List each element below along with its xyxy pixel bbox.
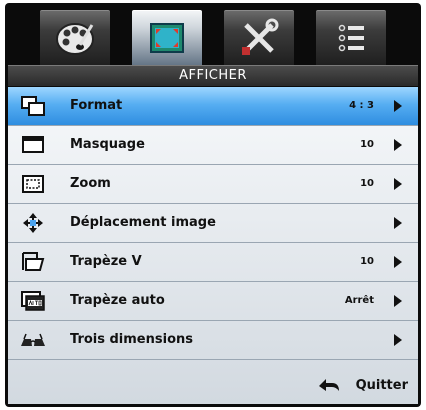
menu-item-label: Trois dimensions xyxy=(70,332,193,347)
chevron-right-icon xyxy=(394,217,402,229)
chevron-right-icon xyxy=(394,100,402,112)
list-icon xyxy=(338,24,364,52)
menu-item-value: 10 xyxy=(360,178,374,189)
tab-settings[interactable] xyxy=(224,10,294,65)
menu-item-zoom[interactable]: Zoom 10 xyxy=(8,165,418,204)
menu-item-trapeze-auto[interactable]: Trapèze auto Arrêt xyxy=(8,282,418,321)
chevron-right-icon xyxy=(394,256,402,268)
tab-options[interactable] xyxy=(316,10,386,65)
osd-menu: AFFICHER Format 4 : 3 Masquage 10 Zoom 1… xyxy=(5,3,421,407)
menu-item-label: Format xyxy=(70,98,123,113)
keystone-icon xyxy=(20,250,46,274)
tools-icon xyxy=(242,18,279,55)
menu-item-value: 10 xyxy=(360,256,374,267)
3d-glasses-icon xyxy=(20,328,46,352)
menu-item-label: Masquage xyxy=(70,137,145,152)
back-arrow-icon[interactable] xyxy=(318,378,340,394)
menu-item-trapeze-v[interactable]: Trapèze V 10 xyxy=(8,243,418,282)
format-icon xyxy=(20,94,46,118)
chevron-right-icon xyxy=(394,139,402,151)
menu-footer: Quitter xyxy=(8,369,418,404)
menu-item-format[interactable]: Format 4 : 3 xyxy=(8,87,418,126)
menu-item-value: 4 : 3 xyxy=(349,100,374,111)
palette-icon xyxy=(56,23,94,55)
menu-item-trois-dimensions[interactable]: Trois dimensions xyxy=(8,321,418,360)
menu-item-label: Déplacement image xyxy=(70,215,216,230)
settings-list: Format 4 : 3 Masquage 10 Zoom 10 Déplace… xyxy=(8,87,418,404)
zoom-icon xyxy=(20,172,46,196)
menu-item-value: Arrêt xyxy=(344,295,374,306)
move-arrows-icon xyxy=(20,211,46,235)
menu-item-label: Zoom xyxy=(70,176,111,191)
quit-button[interactable]: Quitter xyxy=(356,369,408,403)
menu-title: AFFICHER xyxy=(8,65,418,86)
menu-item-value: 10 xyxy=(360,139,374,150)
masking-icon xyxy=(20,133,46,157)
menu-item-label: Trapèze V xyxy=(70,254,142,269)
menu-item-deplacement-image[interactable]: Déplacement image xyxy=(8,204,418,243)
tab-display[interactable] xyxy=(132,10,202,67)
tab-color-settings[interactable] xyxy=(40,10,110,65)
chevron-right-icon xyxy=(394,295,402,307)
chevron-right-icon xyxy=(394,178,402,190)
auto-keystone-icon xyxy=(20,289,46,313)
tab-bar xyxy=(40,10,386,67)
menu-item-masquage[interactable]: Masquage 10 xyxy=(8,126,418,165)
chevron-right-icon xyxy=(394,334,402,346)
menu-item-label: Trapèze auto xyxy=(70,293,165,308)
display-icon xyxy=(150,23,184,53)
